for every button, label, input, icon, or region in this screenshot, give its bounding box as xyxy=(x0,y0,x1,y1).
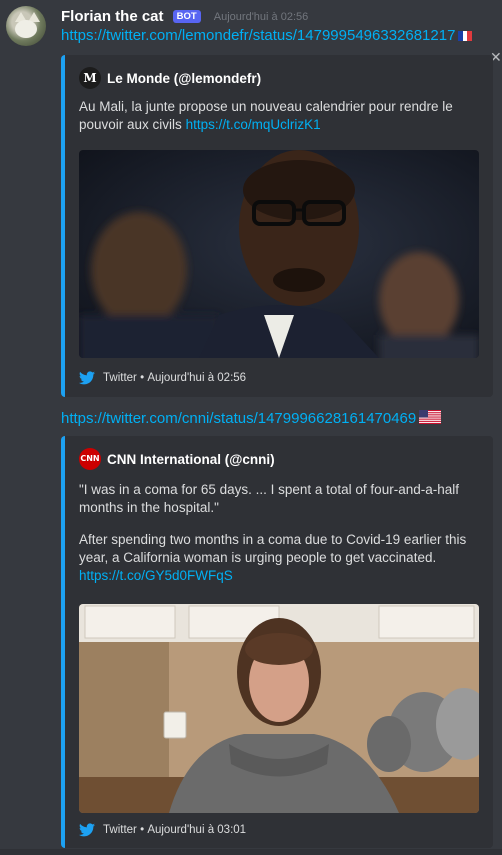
embed-author-name[interactable]: CNN International (@cnni) xyxy=(107,452,275,467)
flag-us-icon xyxy=(419,410,442,428)
tweet-embed: CNN CNN International (@cnni) "I was in a… xyxy=(61,436,493,848)
twitter-bird-icon xyxy=(79,823,95,837)
embed-author-name[interactable]: Le Monde (@lemondefr) xyxy=(107,71,261,86)
embed-footer-separator: • xyxy=(140,824,145,836)
embed-footer-source: Twitter xyxy=(103,372,137,384)
message-timestamp[interactable]: Aujourd'hui à 02:56 xyxy=(214,11,308,23)
embed-description-quote: "I was in a coma for 65 days. ... I spen… xyxy=(79,482,459,515)
bot-badge: BOT xyxy=(172,10,201,23)
embed-footer: Twitter • Aujourd'hui à 03:01 xyxy=(79,823,246,841)
message-header: Florian the cat BOT Aujourd'hui à 02:56 xyxy=(61,6,308,26)
avatar[interactable] xyxy=(6,6,46,46)
embed-description-link[interactable]: https://t.co/mqUclrizK1 xyxy=(186,117,321,132)
tweet-embed: M Le Monde (@lemondefr) Au Mali, la junte… xyxy=(61,55,493,397)
embed-description-link[interactable]: https://t.co/GY5d0FWFqS xyxy=(79,568,233,583)
tweet-link-line: https://twitter.com/lemondefr/status/147… xyxy=(61,27,473,45)
embed-footer-time: Aujourd'hui à 03:01 xyxy=(147,824,247,836)
tweet-link-line: https://twitter.com/cnni/status/14799966… xyxy=(61,410,442,428)
avatar-cat-face xyxy=(15,20,37,38)
embed-image[interactable] xyxy=(79,150,479,358)
embed-author: M Le Monde (@lemondefr) xyxy=(79,67,261,89)
embed-description: Au Mali, la junte propose un nouveau cal… xyxy=(79,98,479,134)
embed-footer-separator: • xyxy=(140,372,145,384)
embed-image[interactable] xyxy=(79,604,479,813)
tweet-link[interactable]: https://twitter.com/cnni/status/14799966… xyxy=(61,410,416,427)
embed-footer-source: Twitter xyxy=(103,824,137,836)
embed-description: "I was in a coma for 65 days. ... I spen… xyxy=(79,481,479,585)
embed-footer: Twitter • Aujourd'hui à 02:56 xyxy=(79,371,246,389)
cnn-logo-icon: CNN xyxy=(79,448,101,470)
embed-photo-portrait xyxy=(79,150,479,358)
embed-description-text: After spending two months in a coma due … xyxy=(79,532,467,565)
embed-photo-kitchen xyxy=(79,604,479,813)
lemonde-logo-icon: M xyxy=(79,67,101,89)
tweet-link[interactable]: https://twitter.com/lemondefr/status/147… xyxy=(61,27,455,44)
chat-message: Florian the cat BOT Aujourd'hui à 02:56 … xyxy=(0,0,502,855)
embed-footer-time: Aujourd'hui à 02:56 xyxy=(147,372,247,384)
embed-author: CNN CNN International (@cnni) xyxy=(79,448,275,470)
twitter-bird-icon xyxy=(79,371,95,385)
username[interactable]: Florian the cat xyxy=(61,8,164,25)
chat-bottom-edge xyxy=(0,849,502,855)
flag-fr-icon xyxy=(458,28,473,45)
